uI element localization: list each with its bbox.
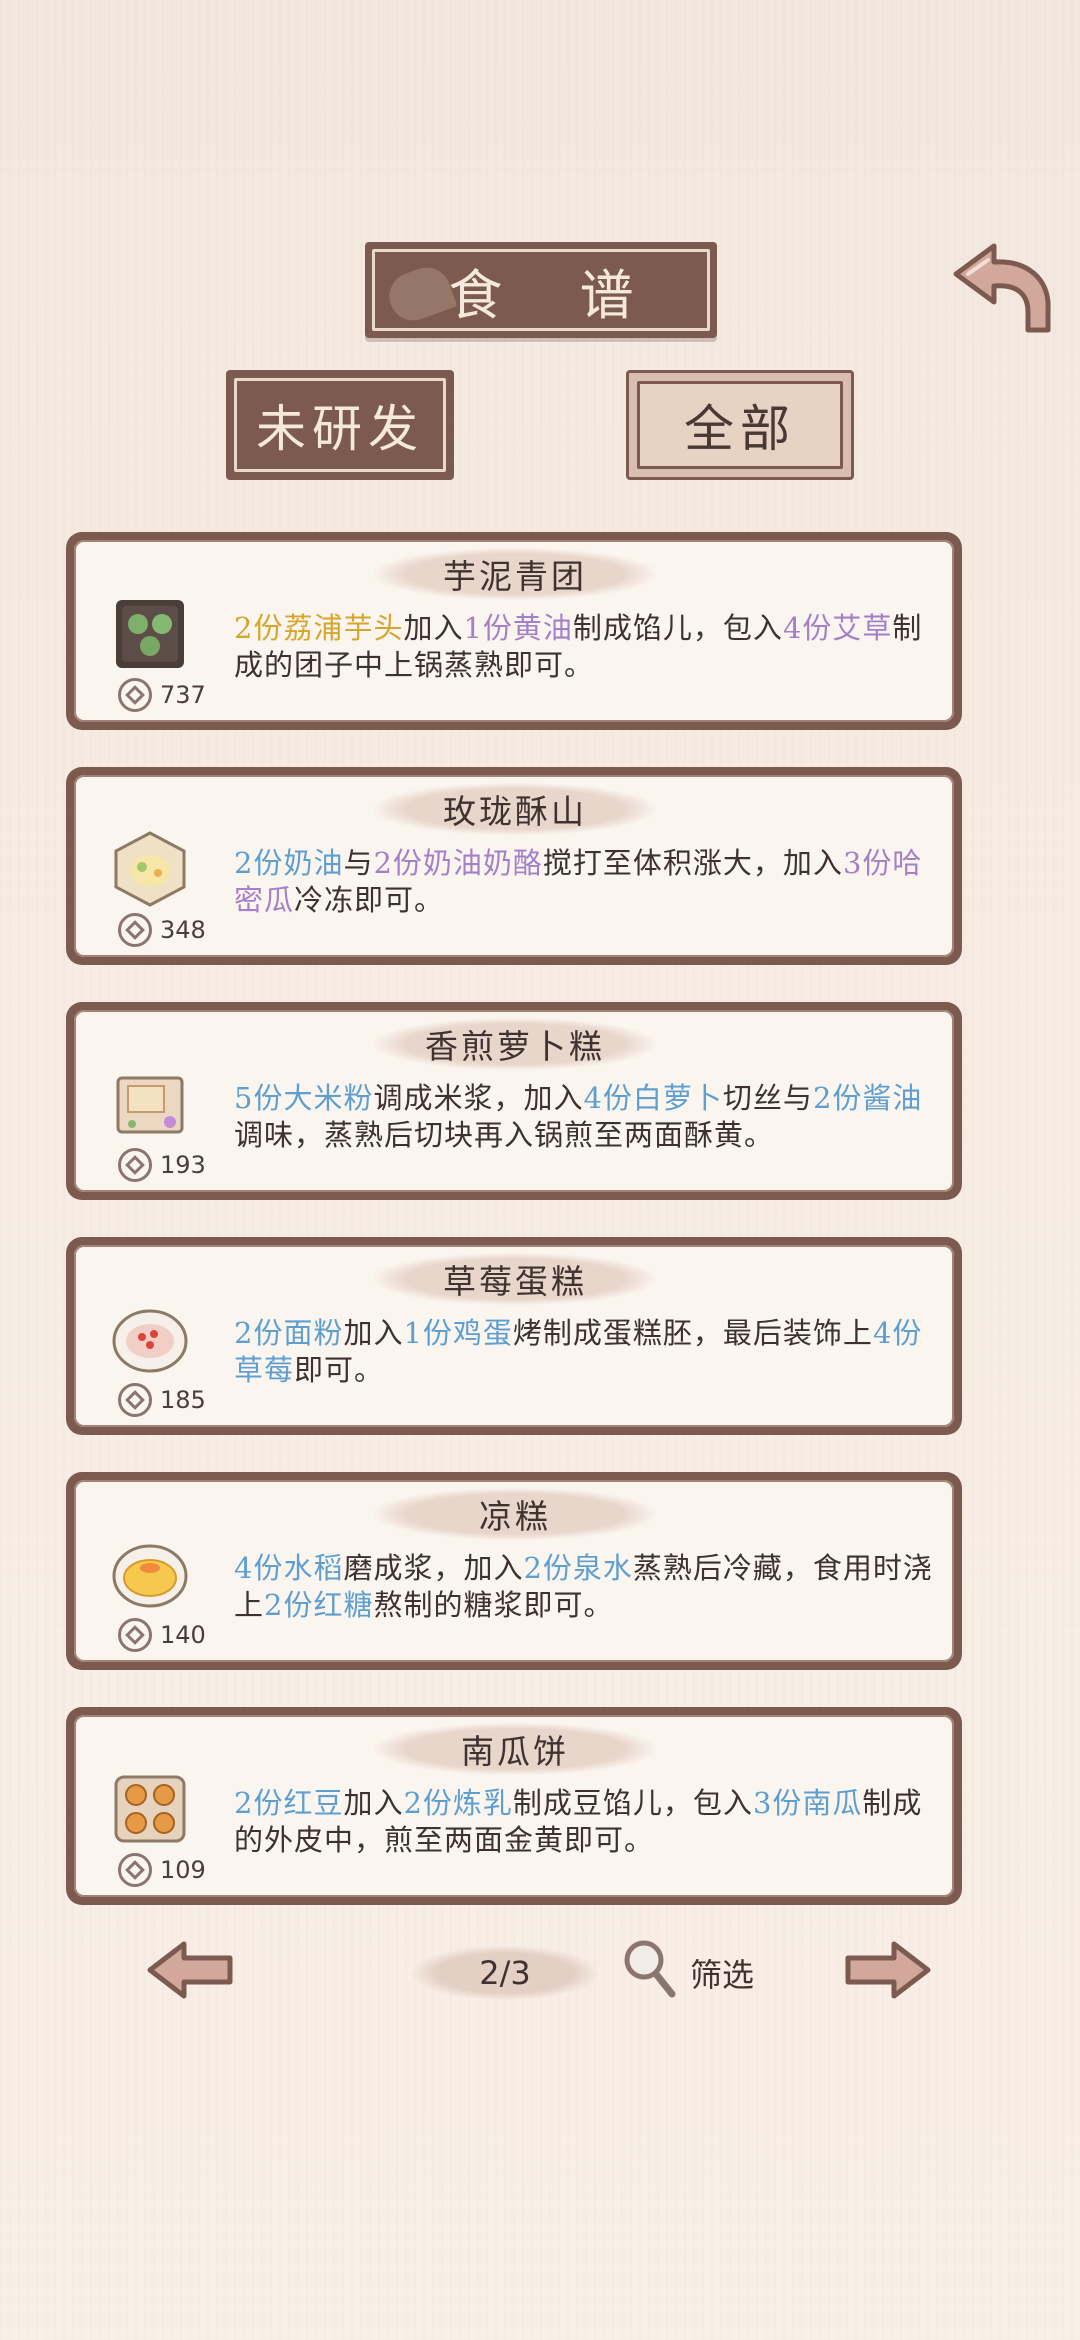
green-dumplings-dish-icon [116,600,184,668]
recipe-name-banner: 香煎萝卜糕 [374,1018,656,1070]
ingredient-text: 4份白萝卜 [583,1081,723,1115]
next-page-arrow-icon[interactable] [842,1938,934,2002]
recipe-description: 2份奶油与2份奶油奶酪搅打至体积涨大，加入3份哈密瓜冷冻即可。 [234,845,934,919]
magnifier-icon[interactable] [620,1936,678,2000]
description-text: 切丝与 [722,1081,813,1115]
ingredient-text: 1份黄油 [463,611,573,645]
recipe-name-banner: 玫珑酥山 [374,783,656,835]
page-number: 2/3 [479,1954,531,1992]
recipe-cost: 185 [118,1383,206,1417]
tab-all-label: 全部 [684,400,796,458]
coin-icon [118,1853,152,1887]
recipe-cost-value: 140 [160,1621,206,1649]
ingredient-text: 3份南瓜 [752,1786,863,1820]
tab-all[interactable]: 全部 [626,370,854,480]
recipe-name: 香煎萝卜糕 [425,1027,605,1066]
filter-button[interactable]: 筛选 [690,1950,754,1996]
recipe-name: 草莓蛋糕 [443,1262,587,1301]
ingredient-text: 2份奶油奶酪 [373,846,543,880]
description-text: 即可。 [294,1353,385,1387]
recipe-card[interactable]: 芋泥青团 737 2份荔浦芋头加入1份黄油制成馅儿，包入4份艾草制成的团子中上锅蒸熟… [66,532,962,730]
description-text: 磨成浆，加入 [343,1551,524,1585]
recipe-description: 4份水稻磨成浆，加入2份泉水蒸熟后冷藏，食用时浇上2份红糖熬制的糖浆即可。 [234,1550,934,1624]
ingredient-text: 2份奶油 [234,846,344,880]
recipe-name-banner: 南瓜饼 [374,1723,656,1775]
recipe-cost-value: 737 [160,681,206,709]
ingredient-text: 2份泉水 [523,1551,633,1585]
recipe-description: 2份红豆加入2份炼乳制成豆馅儿，包入3份南瓜制成的外皮中，煎至两面金黄即可。 [234,1785,934,1859]
ingredient-text: 2份酱油 [812,1081,923,1115]
description-text: 加入 [403,611,464,645]
description-text: 熬制的糖浆即可。 [373,1588,614,1622]
description-text: 与 [343,846,374,880]
description-text: 冷冻即可。 [294,883,445,917]
ingredient-text: 2份红糖 [264,1588,374,1622]
tab-undeveloped-label: 未研发 [256,400,424,458]
recipe-cost-value: 109 [160,1856,206,1884]
ingredient-text: 2份红豆 [234,1786,344,1820]
description-text: 制成馅儿，包入 [572,611,783,645]
ginkgo-leaf-icon [382,260,458,328]
recipe-card[interactable]: 凉糕 140 4份水稻磨成浆，加入2份泉水蒸熟后冷藏，食用时浇上2份红糖熬制的糖浆即… [66,1472,962,1670]
cold-rice-cake-dish-icon [112,1544,188,1608]
recipe-card[interactable]: 草莓蛋糕 185 2份面粉加入1份鸡蛋烤制成蛋糕胚，最后装饰上4份草莓即可。 [66,1237,962,1435]
recipe-description: 5份大米粉调成米浆，加入4份白萝卜切丝与2份酱油调味，蒸熟后切块再入锅煎至两面酥… [234,1080,934,1154]
recipe-name-banner: 凉糕 [374,1488,656,1540]
recipe-name: 南瓜饼 [461,1732,569,1771]
ingredient-text: 5份大米粉 [234,1081,374,1115]
coin-icon [118,678,152,712]
recipe-description: 2份面粉加入1份鸡蛋烤制成蛋糕胚，最后装饰上4份草莓即可。 [234,1315,934,1389]
ingredient-text: 1份鸡蛋 [403,1316,513,1350]
page-title-plaque: 食 谱 [365,242,717,338]
ingredient-text: 2份面粉 [234,1316,344,1350]
recipe-card[interactable]: 南瓜饼 109 2份红豆加入2份炼乳制成豆馅儿，包入3份南瓜制成的外皮中，煎至两面金… [66,1707,962,1905]
description-text: 加入 [343,1316,404,1350]
recipe-cost: 140 [118,1618,206,1652]
recipe-card[interactable]: 香煎萝卜糕 193 5份大米粉调成米浆，加入4份白萝卜切丝与2份酱油调味，蒸熟后切块… [66,1002,962,1200]
coin-icon [118,913,152,947]
coin-icon [118,1618,152,1652]
recipe-name: 玫珑酥山 [443,792,587,831]
recipe-description: 2份荔浦芋头加入1份黄油制成馅儿，包入4份艾草制成的团子中上锅蒸熟即可。 [234,610,934,684]
back-arrow-icon[interactable] [948,240,1056,336]
description-text: 制成豆馅儿，包入 [512,1786,753,1820]
pumpkin-cake-dish-icon [114,1775,186,1843]
strawberry-cake-dish-icon [112,1309,188,1373]
ingredient-text: 2份炼乳 [403,1786,513,1820]
recipe-name-banner: 草莓蛋糕 [374,1253,656,1305]
ingredient-text: 4份水稻 [234,1551,344,1585]
description-text: 烤制成蛋糕胚，最后装饰上 [512,1316,873,1350]
tab-undeveloped[interactable]: 未研发 [226,370,454,480]
recipe-cost-value: 185 [160,1386,206,1414]
recipe-name: 芋泥青团 [443,557,587,596]
recipe-card[interactable]: 玫珑酥山 348 2份奶油与2份奶油奶酪搅打至体积涨大，加入3份哈密瓜冷冻即可。 [66,767,962,965]
recipe-cost-value: 193 [160,1151,206,1179]
ingredient-text: 4份艾草 [782,611,893,645]
description-text: 调成米浆，加入 [373,1081,584,1115]
frozen-cream-dish-icon [114,831,186,907]
description-text: 加入 [343,1786,404,1820]
recipe-cost: 193 [118,1148,206,1182]
recipe-name-banner: 芋泥青团 [374,548,656,600]
recipe-cost: 109 [118,1853,206,1887]
recipe-cost: 348 [118,913,206,947]
description-text: 搅打至体积涨大，加入 [542,846,843,880]
page-title: 食 谱 [448,263,664,327]
recipe-cost-value: 348 [160,916,206,944]
recipe-name: 凉糕 [479,1497,551,1536]
page-indicator: 2/3 [412,1946,598,2000]
prev-page-arrow-icon[interactable] [144,1938,236,2002]
coin-icon [118,1148,152,1182]
coin-icon [118,1383,152,1417]
recipe-cost: 737 [118,678,206,712]
description-text: 调味，蒸熟后切块再入锅煎至两面酥黄。 [234,1118,775,1152]
radish-cake-dish-icon [116,1076,184,1134]
ingredient-text: 2份荔浦芋头 [234,611,404,645]
